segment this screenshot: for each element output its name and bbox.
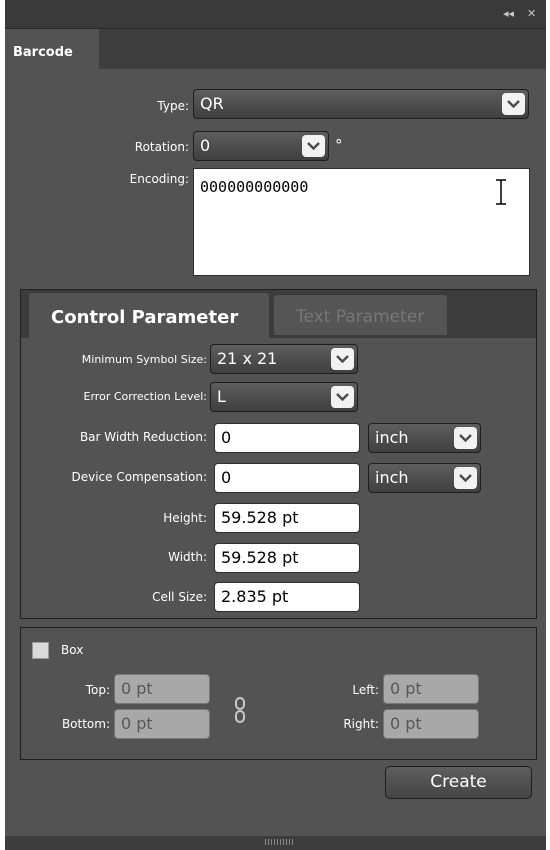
right-label: Right: <box>343 717 379 731</box>
chevron-down-icon <box>502 93 525 115</box>
bar-width-unit-dropdown[interactable]: inch <box>368 423 481 453</box>
panel-bottom-bar <box>5 836 546 850</box>
width-input[interactable]: 59.528 pt <box>214 543 360 573</box>
error-correction-dropdown[interactable]: L <box>210 382 358 412</box>
chevron-down-icon <box>454 427 477 449</box>
device-compensation-unit-value: inch <box>375 468 409 487</box>
chevron-down-icon <box>331 386 354 408</box>
type-label: Type: <box>157 99 189 113</box>
create-button[interactable]: Create <box>385 766 532 799</box>
left-input[interactable]: 0 pt <box>383 674 479 704</box>
error-correction-label: Error Correction Level: <box>83 390 207 403</box>
box-checkbox[interactable] <box>32 642 49 659</box>
encoding-label: Encoding: <box>129 172 189 186</box>
device-compensation-unit-dropdown[interactable]: inch <box>368 463 481 493</box>
panel-title-bar: ◂◂ ✕ <box>5 0 546 29</box>
close-icon[interactable]: ✕ <box>527 7 536 20</box>
rotation-dropdown[interactable]: 0 <box>193 131 329 161</box>
bottom-input[interactable]: 0 pt <box>114 709 210 739</box>
collapse-icon[interactable]: ◂◂ <box>503 7 514 20</box>
cell-size-input[interactable]: 2.835 pt <box>214 582 360 612</box>
bar-width-reduction-label: Bar Width Reduction: <box>79 430 207 444</box>
rotation-value: 0 <box>200 136 211 155</box>
parameter-group: Control Parameter Text Parameter Minimum… <box>20 289 537 619</box>
degree-symbol: ° <box>335 136 343 154</box>
barcode-panel: ◂◂ ✕ Barcode Type: QR Rotation: 0 ° Enco… <box>5 0 546 850</box>
cell-size-label: Cell Size: <box>152 590 207 604</box>
min-symbol-size-label: Minimum Symbol Size: <box>81 353 207 366</box>
height-label: Height: <box>163 511 207 525</box>
left-label: Left: <box>352 683 379 697</box>
bar-width-unit-value: inch <box>375 428 409 447</box>
bottom-label: Bottom: <box>61 717 110 731</box>
link-chain-icon[interactable] <box>233 697 247 723</box>
error-correction-value: L <box>217 387 226 406</box>
top-input[interactable]: 0 pt <box>114 674 210 704</box>
device-compensation-label: Device Compensation: <box>71 470 207 484</box>
min-symbol-size-dropdown[interactable]: 21 x 21 <box>210 344 358 374</box>
panel-tab-strip: Barcode <box>5 29 546 70</box>
bar-width-reduction-input[interactable]: 0 <box>214 423 360 453</box>
chevron-down-icon <box>302 135 325 157</box>
parameter-tabs: Control Parameter Text Parameter <box>21 290 536 339</box>
tab-text-parameter[interactable]: Text Parameter <box>274 295 447 335</box>
right-input[interactable]: 0 pt <box>383 709 479 739</box>
box-label: Box <box>61 643 84 657</box>
text-cursor-icon <box>496 179 506 205</box>
box-group: Box Top: 0 pt Bottom: 0 pt Left: 0 pt Ri… <box>20 627 537 760</box>
tab-control-parameter[interactable]: Control Parameter <box>29 293 269 339</box>
type-dropdown[interactable]: QR <box>193 89 529 119</box>
encoding-textarea[interactable]: 000000000000 <box>193 168 530 276</box>
top-label: Top: <box>85 683 110 697</box>
type-value: QR <box>200 94 224 113</box>
width-label: Width: <box>168 550 207 564</box>
height-input[interactable]: 59.528 pt <box>214 503 360 533</box>
tab-barcode[interactable]: Barcode <box>5 29 99 70</box>
encoding-value: 000000000000 <box>200 178 309 196</box>
resize-grip-icon[interactable] <box>265 839 293 845</box>
min-symbol-size-value: 21 x 21 <box>217 349 278 368</box>
device-compensation-input[interactable]: 0 <box>214 463 360 493</box>
rotation-label: Rotation: <box>134 140 189 154</box>
chevron-down-icon <box>454 467 477 489</box>
chevron-down-icon <box>331 348 354 370</box>
